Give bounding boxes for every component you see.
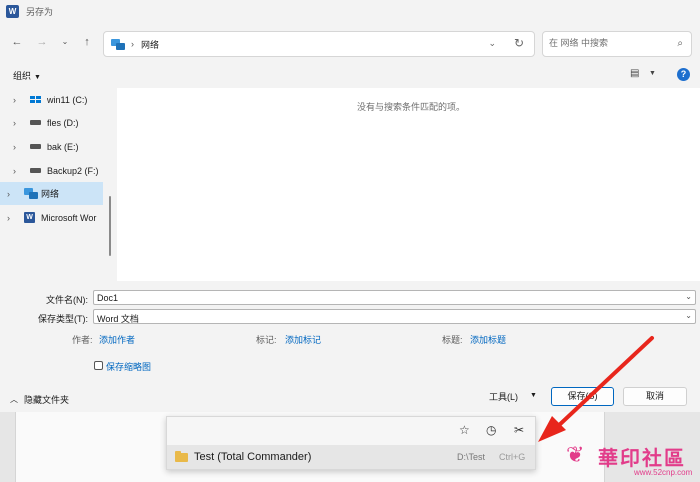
watermark-url: www.52cnp.com (634, 468, 693, 477)
watermark-logo-icon: ❦ (566, 442, 585, 467)
annotation-arrow (538, 336, 654, 442)
watermark-text: 華印社區 (598, 448, 686, 470)
site-watermark: ❦ 華印社區 www.52cnp.com (566, 440, 700, 482)
